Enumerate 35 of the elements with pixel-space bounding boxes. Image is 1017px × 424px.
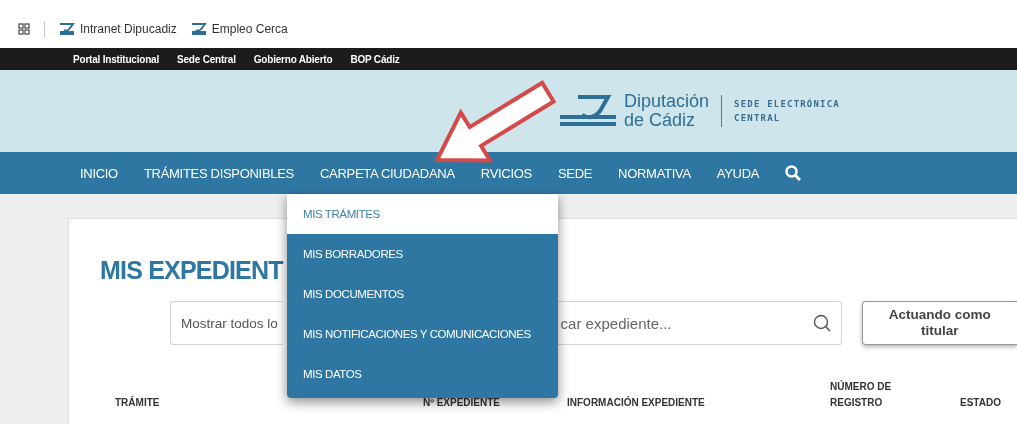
bookmark-logo-icon	[59, 22, 75, 35]
bookmark-link[interactable]: Intranet Dipucadiz	[59, 21, 177, 36]
apps-grid-icon[interactable]	[18, 22, 30, 35]
column-header: NÚMERO DE REGISTRO	[830, 379, 893, 410]
top-link[interactable]: Portal Institucional	[73, 53, 159, 65]
nav-item[interactable]: AYUDA	[716, 165, 760, 181]
column-header: Nº EXPEDIENTE	[423, 396, 501, 410]
logo-icon	[560, 93, 616, 129]
top-link[interactable]: BOP Cádiz	[350, 53, 400, 65]
menu-item[interactable]: MIS BORRADORES	[287, 234, 558, 274]
sede-label: SEDE ELECTRÓNICA CENTRAL	[734, 97, 840, 125]
page-title: MIS EXPEDIENT	[100, 255, 283, 285]
nav-item[interactable]: CARPETA CIUDADANA	[320, 165, 455, 181]
nav-item[interactable]: NORMATIVA	[618, 165, 691, 181]
nav-item[interactable]: INICIO	[80, 165, 118, 181]
top-link[interactable]: Sede Central	[177, 53, 236, 65]
menu-item[interactable]: MIS DATOS	[287, 354, 558, 394]
top-link[interactable]: Gobierno Abierto	[253, 53, 333, 65]
menu-item[interactable]: MIS DOCUMENTOS	[287, 274, 558, 314]
nav-item[interactable]: RVICIOS	[480, 165, 532, 181]
search-icon[interactable]	[785, 165, 802, 181]
column-header: TRÁMITE	[115, 395, 161, 410]
column-header: ESTADO	[960, 396, 1002, 410]
search-field[interactable]: car expediente...	[556, 301, 842, 345]
nav-item[interactable]: TRÁMITES DISPONIBLES	[143, 165, 294, 181]
logo-text: Diputación de Cádiz	[624, 92, 710, 130]
menu-item[interactable]: MIS NOTIFICACIONES Y COMUNICACIONES	[287, 314, 558, 354]
bookmark-link[interactable]: Empleo Cerca	[190, 21, 288, 36]
search-icon[interactable]	[812, 314, 831, 332]
bookmark-logo-icon	[190, 22, 207, 35]
acting-as-button[interactable]: Actuando como titular	[861, 301, 1017, 345]
column-header: INFORMACIÓN EXPEDIENTE	[567, 395, 706, 410]
nav-item[interactable]: SEDE	[557, 165, 593, 181]
filter-select[interactable]: Mostrar todos lo	[170, 301, 283, 345]
menu-item[interactable]: MIS TRÁMITES	[287, 194, 558, 234]
